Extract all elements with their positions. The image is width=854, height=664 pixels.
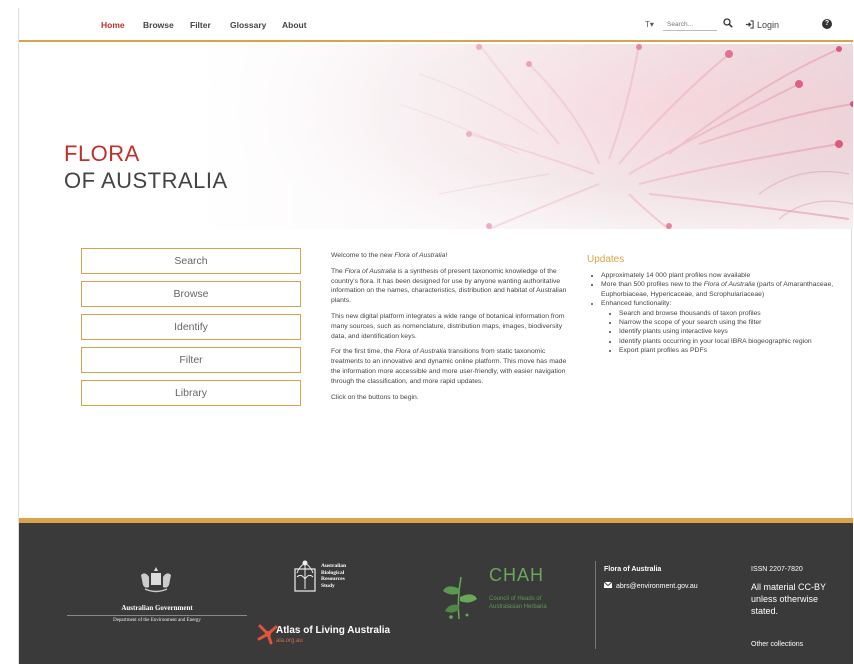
update-subitem: Identify plants using interactive keys (619, 327, 849, 336)
license-text: All material CC-BY unless otherwise stat… (751, 582, 826, 616)
help-icon[interactable]: ? (822, 19, 832, 29)
chah-subtitle: Council of Heads of Australasian Herbari… (489, 596, 547, 610)
chah-leaf-icon[interactable] (439, 569, 481, 621)
chah-title: CHAH (489, 565, 545, 585)
other-collections-link[interactable]: Other collections (751, 641, 803, 648)
coat-of-arms-icon (141, 567, 171, 593)
issn: ISSN 2207-7820 (751, 566, 803, 573)
hero-title-australia: OF AUSTRALIA (64, 168, 228, 193)
update-item: Enhanced functionality: Search and brows… (601, 299, 849, 355)
search-icon[interactable] (723, 18, 733, 28)
intro-text: Welcome to the new Flora of Australia! T… (331, 251, 571, 408)
ala-name[interactable]: Atlas of Living Australia (276, 625, 390, 636)
search-button[interactable]: Search (81, 248, 301, 274)
intro-paragraph-2: This new digital platform integrates a w… (331, 312, 565, 340)
update-subitem: Identify plants occurring in your local … (619, 337, 849, 346)
nav-browse[interactable]: Browse (143, 20, 174, 30)
gov-name: Australian Government (121, 604, 193, 612)
ala-url: ala.org.au (276, 638, 303, 644)
nav-home[interactable]: Home (101, 20, 125, 30)
footer-divider (595, 561, 596, 649)
update-subitem: Narrow the scope of your search using th… (619, 318, 849, 327)
hero-banner: FLORA OF AUSTRALIA (19, 44, 853, 229)
footer: Australian Government Department of the … (19, 523, 853, 664)
updates-heading: Updates (587, 254, 625, 265)
update-subitem: Search and browse thousands of taxon pro… (619, 309, 849, 318)
filter-button[interactable]: Filter (81, 347, 301, 373)
page-frame: Home Browse Filter Glossary About T▾ Log… (18, 8, 853, 664)
library-button[interactable]: Library (81, 380, 301, 406)
update-item: More than 500 profiles new to the Flora … (601, 280, 849, 299)
welcome-line: Welcome to the new Flora of Australia! (331, 252, 448, 259)
email-address: abrs@environment.gov.au (616, 583, 698, 590)
gov-department: Department of the Environment and Energy (67, 615, 247, 623)
identify-button[interactable]: Identify (81, 314, 301, 340)
intro-paragraph-4: Click on the buttons to begin. (331, 393, 419, 401)
abrs-name: Australian Biological Resources Study (321, 563, 347, 589)
text-size-toggle[interactable]: T▾ (645, 20, 654, 29)
login-label: Login (757, 20, 780, 30)
mail-icon (604, 582, 612, 588)
nav-filter[interactable]: Filter (190, 20, 211, 30)
login-link[interactable]: Login (745, 20, 779, 30)
email-link[interactable]: abrs@environment.gov.au (604, 582, 698, 590)
search-input[interactable] (663, 18, 717, 31)
footer-flora-label: Flora of Australia (604, 566, 662, 573)
abrs-logo-icon[interactable] (291, 559, 319, 593)
hero-flower-image (199, 44, 853, 229)
hero-title-flora: FLORA (64, 141, 140, 166)
intro-paragraph-1: The Flora of Australia is a synthesis of… (331, 267, 567, 305)
login-icon (745, 20, 754, 29)
intro-paragraph-3: For the first time, the Flora of Austral… (331, 348, 567, 385)
update-item: Approximately 14 000 plant profiles now … (601, 271, 849, 280)
nav-about[interactable]: About (282, 20, 307, 30)
nav-glossary[interactable]: Glossary (230, 20, 266, 30)
top-nav: Home Browse Filter Glossary About T▾ Log… (19, 8, 853, 42)
update-subitem: Export plant profiles as PDFs (619, 346, 849, 355)
browse-button[interactable]: Browse (81, 281, 301, 307)
updates-list: Approximately 14 000 plant profiles now … (587, 271, 849, 356)
